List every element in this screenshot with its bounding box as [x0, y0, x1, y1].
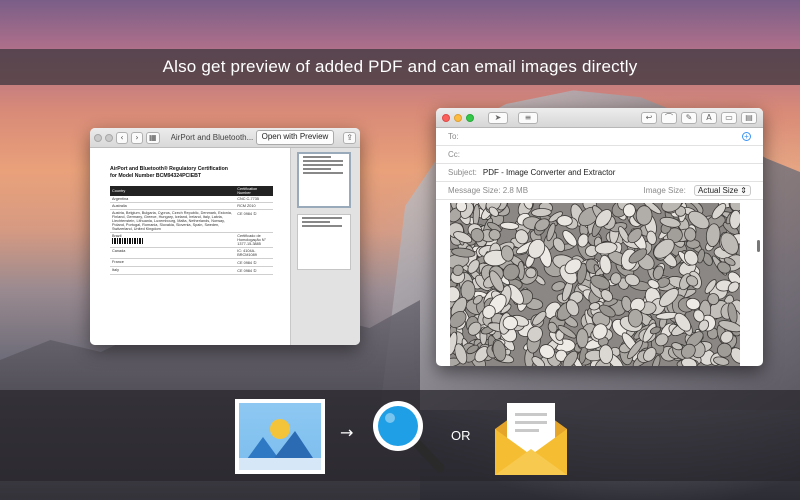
share-icon[interactable]: ⇪ — [343, 131, 356, 144]
table-cell: CE 0984 ① — [235, 266, 273, 275]
table-row: France CE 0984 ① — [110, 258, 273, 267]
table-cell: Brazil — [110, 232, 236, 248]
pdf-page: AirPort and Bluetooth® Regulatory Certif… — [90, 148, 290, 345]
to-label: To: — [448, 132, 459, 141]
subject-value: PDF - Image Converter and Extractor — [482, 168, 616, 177]
page-thumbnail-2[interactable] — [297, 214, 351, 270]
attach-icon[interactable]: ⌒ — [661, 111, 677, 124]
mail-compose-window: ➤ ≡ ↩ ⌒ ✎ A ▭ ▤ To: + Cc: Subject: PDF -… — [436, 108, 763, 366]
close-icon[interactable] — [442, 113, 450, 122]
table-cell: France — [110, 258, 236, 267]
magnifier-preview-icon — [373, 401, 445, 473]
minimize-icon[interactable] — [105, 133, 113, 142]
zoom-icon[interactable] — [466, 113, 474, 122]
table-header: Country — [110, 186, 236, 196]
cc-label: Cc: — [448, 150, 460, 159]
close-icon[interactable] — [94, 133, 102, 142]
doc-title-line1: AirPort and Bluetooth® Regulatory Certif… — [110, 166, 228, 172]
grid-view-icon[interactable]: ▦ — [146, 131, 160, 144]
scrollbar[interactable] — [757, 240, 760, 252]
back-button[interactable]: ‹ — [116, 131, 128, 144]
table-cell: Australia — [110, 202, 236, 210]
table-cell: RCM Z010 — [235, 202, 273, 210]
reply-icon[interactable]: ↩ — [641, 111, 657, 124]
thumbnail-sidebar — [290, 148, 360, 345]
size-row: Message Size: 2.8 MB Image Size: Actual … — [436, 182, 763, 200]
table-cell: IC: 4104A-BRCM1089 — [235, 247, 273, 259]
arrow-right-icon: → — [340, 423, 354, 442]
image-size-label: Image Size: — [643, 186, 686, 195]
stationery-icon[interactable]: ▤ — [741, 111, 757, 124]
table-cell: Austria, Belgium, Bulgaria, Cyprus, Czec… — [110, 209, 236, 233]
table-row: Australia RCM Z010 — [110, 202, 273, 210]
country-brazil: Brazil — [112, 234, 122, 238]
markup-icon[interactable]: ✎ — [681, 111, 697, 124]
doc-title: AirPort and Bluetooth® Regulatory Certif… — [110, 166, 260, 180]
cc-field[interactable]: Cc: — [436, 146, 763, 164]
image-file-icon — [235, 399, 325, 474]
preview-body: AirPort and Bluetooth® Regulatory Certif… — [90, 148, 360, 345]
table-cell: Canada — [110, 247, 236, 259]
table-row: Canada IC: 4104A-BRCM1089 — [110, 247, 273, 259]
message-size-label: Message Size: — [448, 186, 501, 195]
to-field[interactable]: To: + — [436, 128, 763, 146]
pdf-preview-window: ‹ › ▦ AirPort and Bluetooth... Open with… — [90, 128, 360, 345]
open-with-preview-button[interactable]: Open with Preview — [255, 130, 335, 145]
minimize-icon[interactable] — [454, 113, 462, 122]
mail-toolbar: ➤ ≡ ↩ ⌒ ✎ A ▭ ▤ — [436, 108, 763, 128]
table-cell: Certificado de Homologação N° 1377-15-38… — [235, 232, 273, 248]
image-size-value: Actual Size — [698, 186, 739, 195]
header-fields-icon[interactable]: ≡ — [518, 111, 538, 124]
table-cell: CE 0984 ① — [235, 209, 273, 233]
caption-banner: Also get preview of added PDF and can em… — [0, 49, 800, 85]
anatel-barcode-icon — [112, 238, 144, 244]
attached-gravel-image — [450, 203, 740, 366]
message-size-value: 2.8 MB — [502, 186, 529, 195]
table-cell: Italy — [110, 266, 236, 275]
photo-browser-icon[interactable]: ▭ — [721, 111, 737, 124]
or-label: OR — [451, 428, 471, 443]
certification-table: Country Certification Number Argentina C… — [110, 186, 273, 275]
add-contact-icon[interactable]: + — [742, 132, 751, 141]
send-icon[interactable]: ➤ — [488, 111, 508, 124]
image-size-select[interactable]: Actual Size ⇕ — [694, 185, 751, 196]
email-envelope-icon — [495, 403, 567, 475]
preview-title: AirPort and Bluetooth... — [170, 133, 253, 142]
subject-field[interactable]: Subject: PDF - Image Converter and Extra… — [436, 164, 763, 182]
table-row: Italy CE 0984 ① — [110, 266, 273, 275]
doc-title-line2: for Model Number BCM94324PCIEBT — [110, 173, 202, 179]
caption-text: Also get preview of added PDF and can em… — [162, 57, 638, 76]
font-button[interactable]: A — [701, 111, 717, 124]
table-header: Certification Number — [235, 186, 273, 196]
preview-toolbar: ‹ › ▦ AirPort and Bluetooth... Open with… — [90, 128, 360, 148]
table-row: Brazil Certificado de Homologação N° 137… — [110, 232, 273, 248]
table-cell: CE 0984 ① — [235, 258, 273, 267]
table-row: Austria, Belgium, Bulgaria, Cyprus, Czec… — [110, 209, 273, 233]
page-thumbnail-1[interactable] — [297, 152, 351, 208]
forward-button[interactable]: › — [131, 131, 143, 144]
subject-label: Subject: — [448, 168, 477, 177]
